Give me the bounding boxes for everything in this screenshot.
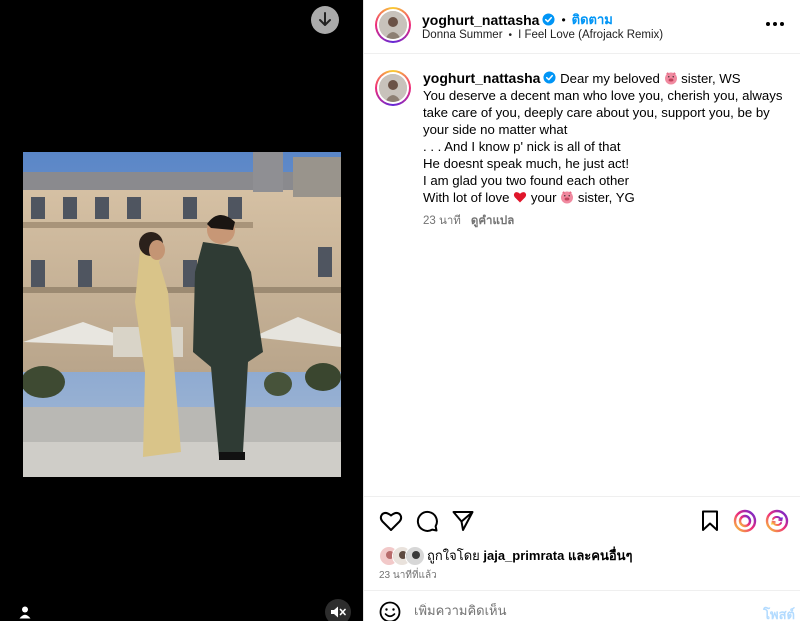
- caption-text-segment: sister, YG: [577, 190, 635, 205]
- caption-text-segment: Dear my beloved: [560, 71, 660, 86]
- caption-text-segment: With lot of love: [423, 190, 510, 205]
- caption-line: He doesnt speak much, he just act!: [423, 156, 629, 171]
- download-button[interactable]: [311, 6, 339, 34]
- comment-button[interactable]: [414, 508, 440, 534]
- caption-timestamp[interactable]: 23 นาที: [423, 213, 461, 230]
- comment-icon: [416, 510, 438, 532]
- post-comment-button[interactable]: โพสต์: [763, 604, 795, 621]
- caption-meta: 23 นาที ดูคำแปล: [423, 213, 795, 230]
- header-title-row: yoghurt_nattasha • ติดตาม: [422, 9, 613, 30]
- comment-input[interactable]: [414, 603, 714, 618]
- see-translation-link[interactable]: ดูคำแปล: [471, 213, 514, 230]
- pig-face-emoji: [664, 72, 677, 85]
- post-sidebar: yoghurt_nattasha • ติดตาม Donna Summer •…: [363, 0, 800, 621]
- separator-dot: •: [561, 12, 566, 27]
- caption-line: With lot of love your sister, YG: [423, 189, 795, 206]
- share-button[interactable]: [450, 508, 476, 534]
- mute-button[interactable]: [325, 599, 351, 621]
- emoji-smile-icon: [379, 601, 401, 621]
- likes-others[interactable]: และคนอื่นๆ: [568, 548, 633, 563]
- caption-line: . . . And I know p' nick is all of that: [423, 139, 621, 154]
- send-icon: [452, 511, 474, 531]
- avatar: [405, 545, 425, 566]
- likes-summary[interactable]: ถูกใจโดย jaja_primrata และคนอื่นๆ: [379, 545, 633, 566]
- music-track: I Feel Love (Afrojack Remix): [518, 29, 664, 41]
- caption-line: yoghurt_nattasha Dear my beloved sister,…: [423, 70, 795, 87]
- likes-prefix: ถูกใจโดย: [427, 548, 480, 563]
- instagram-post-modal: yoghurt_nattasha • ติดตาม Donna Summer •…: [0, 0, 800, 621]
- caption-text-segment: your: [530, 190, 557, 205]
- author-username[interactable]: yoghurt_nattasha: [422, 12, 539, 28]
- verified-badge-icon: [542, 13, 556, 26]
- avatar-image: [379, 11, 407, 39]
- repost-button[interactable]: [764, 508, 790, 534]
- follow-button[interactable]: ติดตาม: [572, 9, 613, 30]
- post-photo[interactable]: [23, 152, 341, 477]
- author-avatar[interactable]: [375, 7, 411, 43]
- music-separator-dot: •: [508, 29, 513, 41]
- comment-bar: โพสต์: [364, 590, 800, 621]
- caption-line: I am glad you two found each other: [423, 173, 630, 188]
- caption-username[interactable]: yoghurt_nattasha: [423, 70, 540, 86]
- remix-icon: [733, 509, 757, 533]
- pig-face-emoji: [561, 191, 574, 204]
- more-options-button[interactable]: [763, 12, 787, 36]
- bookmark-icon: [702, 510, 718, 531]
- photo-illustration: [23, 152, 341, 477]
- repost-icon: [765, 509, 789, 533]
- remix-button[interactable]: [732, 508, 758, 534]
- action-bar: [364, 496, 800, 544]
- heart-icon: [379, 512, 403, 531]
- likes-text: ถูกใจโดย jaja_primrata และคนอื่นๆ: [427, 545, 633, 566]
- caption-text: yoghurt_nattasha Dear my beloved sister,…: [423, 70, 795, 230]
- caption-author-avatar[interactable]: [375, 70, 411, 106]
- download-icon: [319, 12, 331, 26]
- media-panel[interactable]: [0, 0, 363, 621]
- user-tag-button[interactable]: [18, 605, 32, 619]
- post-header: yoghurt_nattasha • ติดตาม Donna Summer •…: [364, 0, 800, 54]
- avatar-image: [379, 74, 407, 102]
- speaker-muted-icon: [331, 606, 346, 618]
- like-button[interactable]: [378, 508, 404, 534]
- post-timestamp[interactable]: 23 นาทีที่แล้ว: [379, 568, 437, 583]
- emoji-button[interactable]: [379, 601, 401, 621]
- verified-badge-icon: [543, 71, 557, 84]
- caption-text-segment: sister, WS: [681, 71, 741, 86]
- red-heart-emoji: [514, 192, 527, 203]
- user-tag-icon: [19, 606, 31, 619]
- caption-line: You deserve a decent man who love you, c…: [423, 88, 783, 137]
- liker-avatars: [379, 545, 425, 566]
- more-horizontal-icon: [766, 22, 784, 26]
- music-artist: Donna Summer: [422, 29, 503, 41]
- save-button[interactable]: [697, 508, 723, 534]
- liker-username[interactable]: jaja_primrata: [483, 548, 564, 563]
- music-info[interactable]: Donna Summer • I Feel Love (Afrojack Rem…: [422, 29, 663, 41]
